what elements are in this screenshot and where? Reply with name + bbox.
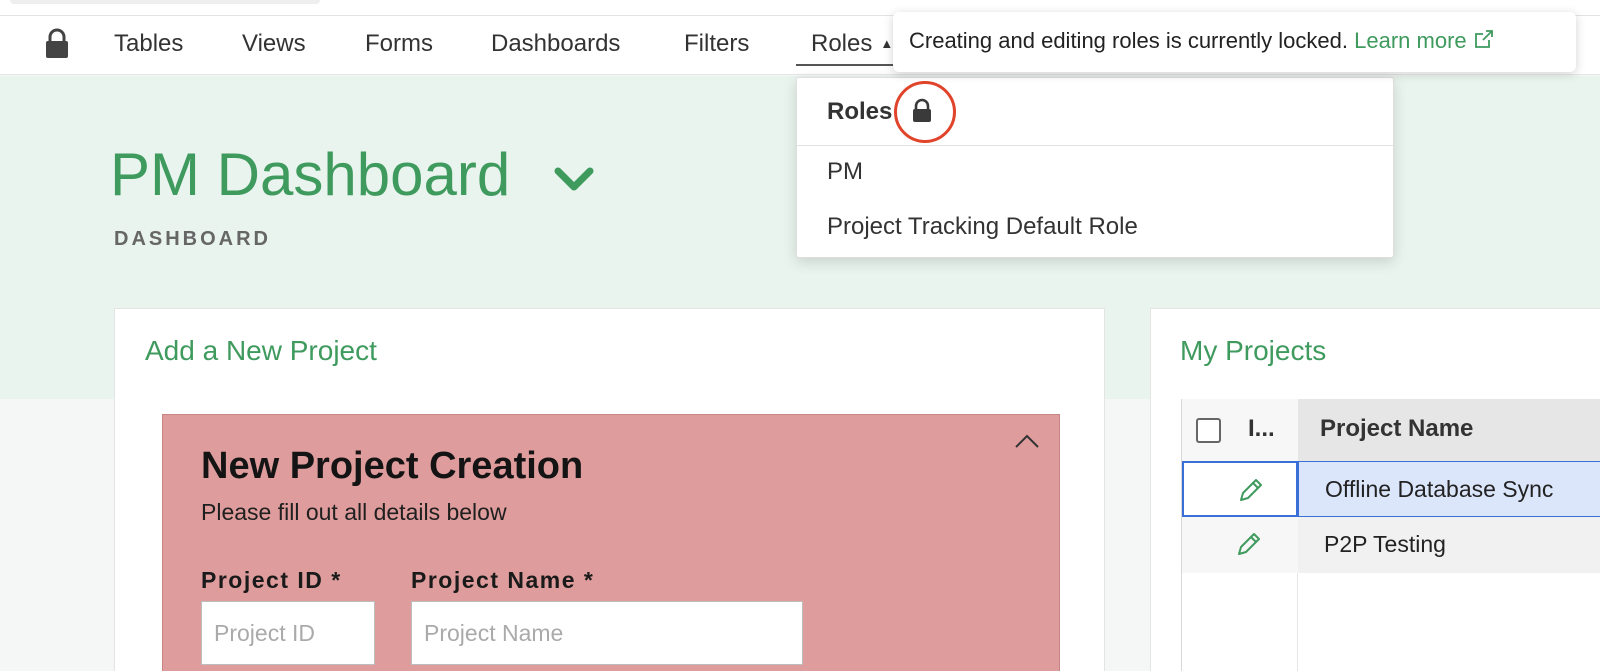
- add-project-title: Add a New Project: [145, 335, 377, 366]
- nav-tables[interactable]: Tables: [114, 30, 183, 58]
- project-name-cell[interactable]: Offline Database Sync: [1298, 461, 1600, 517]
- lock-icon: [46, 28, 68, 58]
- my-projects-card: My Projects I... Project Name Offline Da…: [1150, 308, 1600, 671]
- row-action-cell: [1182, 461, 1298, 517]
- nav-views[interactable]: Views: [242, 30, 306, 58]
- tooltip-text: Creating and editing roles is currently …: [909, 28, 1495, 54]
- table-row[interactable]: P2P Testing: [1182, 517, 1600, 573]
- external-link-icon: [1474, 30, 1493, 48]
- nav-dashboards[interactable]: Dashboards: [491, 30, 620, 58]
- learn-more-label: Learn more: [1354, 28, 1467, 53]
- pencil-icon[interactable]: [1236, 475, 1266, 505]
- top-strip-decoration: [10, 0, 320, 4]
- page-title[interactable]: PM Dashboard: [110, 140, 510, 209]
- project-name-input[interactable]: [411, 601, 803, 665]
- highlight-circle: [894, 81, 956, 143]
- caret-up-icon: ▲: [880, 36, 894, 51]
- learn-more-link[interactable]: Learn more: [1354, 28, 1495, 53]
- project-id-label: Project ID *: [201, 567, 342, 593]
- nav-roles-label: Roles: [811, 30, 873, 57]
- role-item-default[interactable]: Project Tracking Default Role: [827, 213, 1138, 241]
- project-name-cell[interactable]: P2P Testing: [1298, 517, 1600, 573]
- role-item-pm[interactable]: PM: [827, 158, 863, 186]
- roles-dropdown-header: Roles: [797, 78, 1393, 146]
- add-project-card: Add a New Project New Project Creation P…: [114, 308, 1105, 671]
- chevron-down-icon[interactable]: [552, 163, 596, 193]
- table-row[interactable]: Offline Database Sync: [1182, 461, 1600, 517]
- row-action-cell: [1182, 517, 1298, 573]
- chevron-up-icon[interactable]: [1013, 433, 1041, 449]
- column-header-project-name[interactable]: Project Name: [1298, 399, 1600, 461]
- pinned-header: I...: [1182, 399, 1298, 461]
- project-name-header-label: Project Name: [1320, 415, 1474, 442]
- locked-tooltip: Creating and editing roles is currently …: [893, 12, 1576, 72]
- project-id-input[interactable]: [201, 601, 375, 665]
- grid-header: I... Project Name: [1182, 399, 1600, 461]
- nav-filters[interactable]: Filters: [684, 30, 749, 58]
- nav-forms[interactable]: Forms: [365, 30, 433, 58]
- projects-grid: I... Project Name Offline Database Sync: [1181, 399, 1600, 671]
- roles-dropdown-title: Roles: [827, 98, 893, 125]
- roles-dropdown: Roles PM Project Tracking Default Role: [796, 77, 1394, 258]
- form-subheading: Please fill out all details below: [201, 499, 507, 525]
- my-projects-title: My Projects: [1180, 335, 1327, 366]
- select-all-checkbox[interactable]: [1196, 418, 1221, 443]
- grid-empty-area: [1182, 573, 1298, 671]
- project-name-label: Project Name *: [411, 567, 595, 593]
- tooltip-message: Creating and editing roles is currently …: [909, 28, 1349, 53]
- pencil-icon[interactable]: [1234, 529, 1264, 559]
- column-header-id[interactable]: I...: [1248, 415, 1275, 443]
- new-project-form: New Project Creation Please fill out all…: [162, 414, 1060, 671]
- form-heading: New Project Creation: [201, 445, 584, 487]
- page-subtitle: DASHBOARD: [114, 228, 271, 250]
